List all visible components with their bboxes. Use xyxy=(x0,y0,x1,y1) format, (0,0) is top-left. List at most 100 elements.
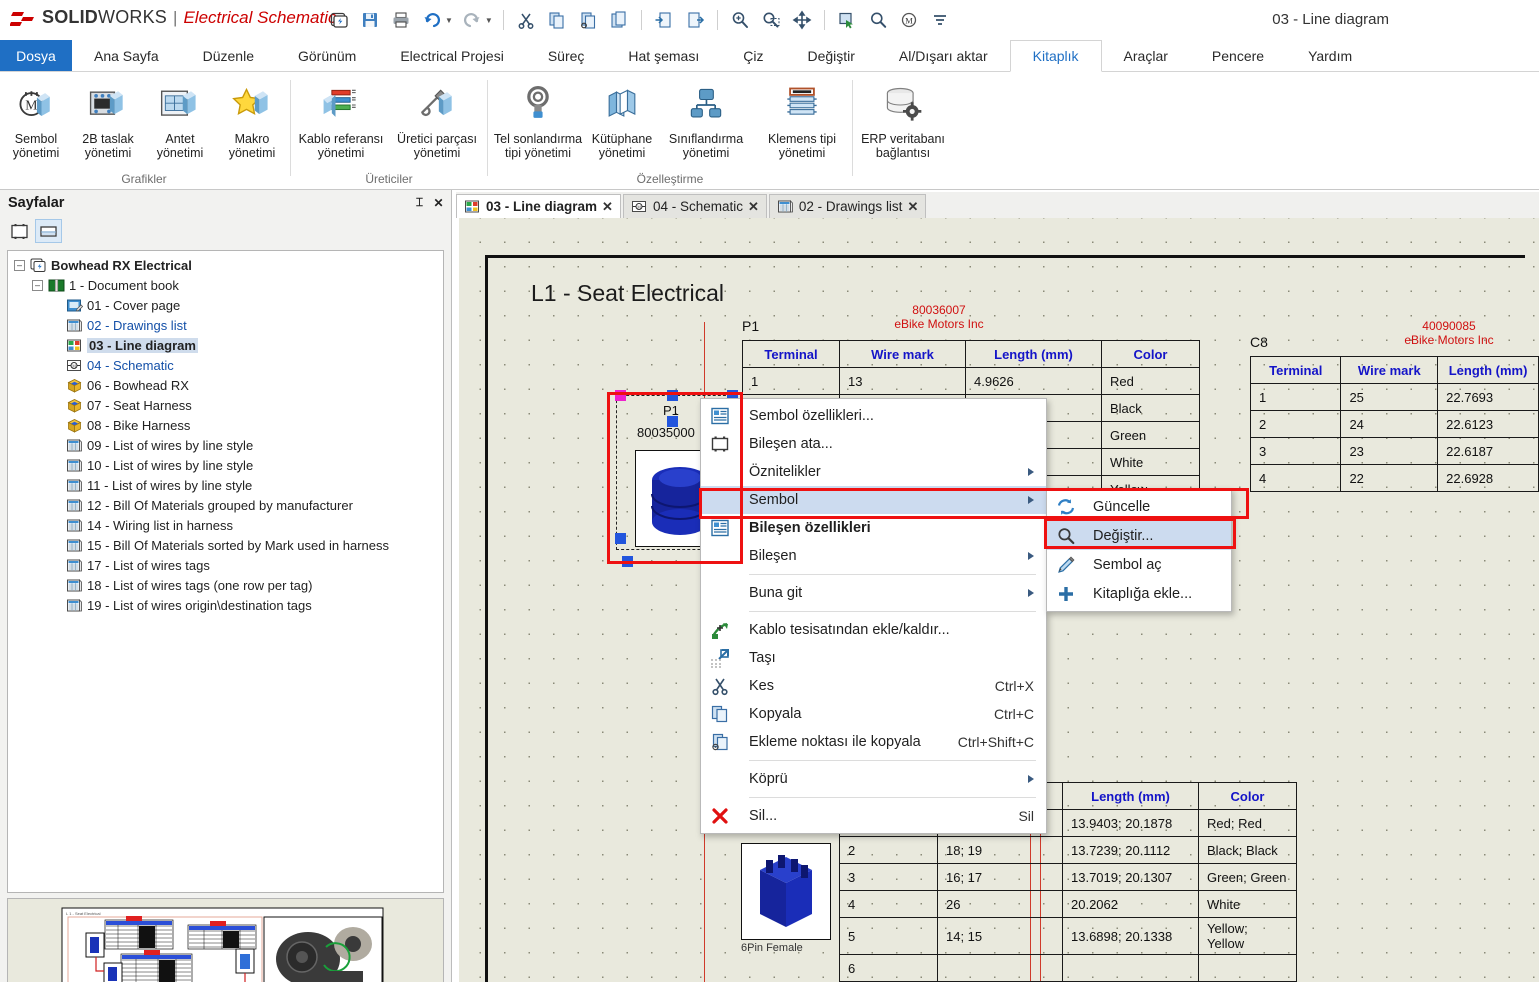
ribbon-button-macro-manager[interactable]: Makro yönetimi xyxy=(216,78,288,161)
tree-item[interactable]: 17 - List of wires tags xyxy=(8,555,443,575)
tree-expander-icon[interactable]: – xyxy=(14,259,25,271)
pin-icon[interactable]: ⌶ xyxy=(411,194,428,211)
close-icon[interactable]: ✕ xyxy=(907,199,918,215)
document-tab[interactable]: 02 - Drawings list ✕ xyxy=(768,194,927,218)
ribbon-button-symbol-manager[interactable]: M Sembol yönetimi xyxy=(0,78,72,161)
zoom-in-icon[interactable] xyxy=(726,6,754,34)
undo-dropdown-icon[interactable]: ▼ xyxy=(445,16,453,25)
menu-item-sembol[interactable]: Sembol xyxy=(701,486,1046,514)
tree-item[interactable]: 03 - Line diagram xyxy=(8,335,443,355)
menu-item-sil[interactable]: Sil... Sil xyxy=(701,802,1046,830)
menu-item-ekleme-noktası-ile-kopyala[interactable]: Ekleme noktası ile kopyala Ctrl+Shift+C xyxy=(701,728,1046,756)
submenu-item-güncelle[interactable]: Güncelle xyxy=(1047,492,1231,521)
context-menu[interactable]: Sembol özellikleri... Bileşen ata... Öznit… xyxy=(700,398,1047,834)
tree-item[interactable]: 02 - Drawings list xyxy=(8,315,443,335)
ribbon-button-drafting-2d-manager[interactable]: 2B taslak yönetimi xyxy=(72,78,144,161)
copy-icon[interactable] xyxy=(543,6,571,34)
ribbon-panel[interactable]: M Sembol yönetimi 2B taslak yönetimi Antet yön… xyxy=(0,72,1539,190)
menu-item-köprü[interactable]: Köprü xyxy=(701,765,1046,793)
menu-item-öznitelikler[interactable]: Öznitelikler xyxy=(701,458,1046,486)
ribbon-button-cable-reference-manager[interactable]: Kablo referansı yönetimi xyxy=(293,78,389,161)
menu-item-bileşen-özellikleri[interactable]: Bileşen özellikleri xyxy=(701,514,1046,542)
menu-item-taşı[interactable]: Taşı xyxy=(701,644,1046,672)
pan-icon[interactable] xyxy=(788,6,816,34)
quick-access-toolbar[interactable]: ▼ ▼ M xyxy=(325,5,954,35)
more-icon[interactable] xyxy=(926,6,954,34)
selection-grip-3[interactable] xyxy=(667,416,678,427)
ribbon-button-title-block-manager[interactable]: Antet yönetimi xyxy=(144,78,216,161)
select-icon[interactable] xyxy=(833,6,861,34)
ribbon-tab-home[interactable]: Ana Sayfa xyxy=(72,40,181,71)
tree-item[interactable]: M 04 - Schematic xyxy=(8,355,443,375)
tree-item[interactable]: 06 - Bowhead RX xyxy=(8,375,443,395)
menu-item-bileşen[interactable]: Bileşen xyxy=(701,542,1046,570)
ribbon-button-library-manager[interactable]: Kütüphane yönetimi xyxy=(586,78,658,161)
ribbon-tab-tools[interactable]: Araçlar xyxy=(1102,40,1190,71)
menu-item-buna-git[interactable]: Buna git xyxy=(701,579,1046,607)
ribbon-tab-window[interactable]: Pencere xyxy=(1190,40,1286,71)
tree-item[interactable]: 11 - List of wires by line style xyxy=(8,475,443,495)
undo-icon[interactable] xyxy=(418,6,446,34)
print-icon[interactable] xyxy=(387,6,415,34)
ribbon-tab-edit[interactable]: Düzenle xyxy=(181,40,276,71)
menu-item-kablo-tesisatından-eklekaldır[interactable]: Kablo tesisatından ekle/kaldır... xyxy=(701,616,1046,644)
close-icon[interactable]: ✕ xyxy=(748,199,759,215)
submenu-item-kitaplığa-ekle[interactable]: Kitaplığa ekle... xyxy=(1047,579,1231,608)
ribbon-tab-process[interactable]: Süreç xyxy=(526,40,607,71)
tree-item[interactable]: 12 - Bill Of Materials grouped by manufa… xyxy=(8,495,443,515)
macro-icon[interactable]: M xyxy=(895,6,923,34)
close-icon[interactable]: ✕ xyxy=(430,194,447,211)
ribbon-tab-library[interactable]: Kitaplık xyxy=(1009,40,1102,72)
ribbon-tab-import-export[interactable]: Al/Dışarı aktar xyxy=(877,40,1010,71)
import-icon[interactable] xyxy=(650,6,678,34)
ribbon-tab-bar[interactable]: Dosya Ana Sayfa Düzenle Görünüm Electrical P… xyxy=(0,40,1539,72)
ribbon-tab-line-diagram[interactable]: Hat şeması xyxy=(606,40,721,71)
ribbon-tab-help[interactable]: Yardım xyxy=(1286,40,1374,71)
copy-with-point-icon[interactable] xyxy=(574,6,602,34)
export-icon[interactable] xyxy=(681,6,709,34)
ribbon-tab-view[interactable]: Görünüm xyxy=(276,40,378,71)
close-icon[interactable]: ✕ xyxy=(602,199,613,215)
ribbon-tab-modify[interactable]: Değiştir xyxy=(785,40,876,71)
menu-item-kes[interactable]: Kes Ctrl+X xyxy=(701,672,1046,700)
document-tab-bar[interactable]: 03 - Line diagram ✕ M 04 - Schematic ✕ 02 - D… xyxy=(456,192,1539,218)
project-icon[interactable] xyxy=(325,6,353,34)
menu-item-sembol-özellikleri[interactable]: Sembol özellikleri... xyxy=(701,402,1046,430)
tree-item[interactable]: – Bowhead RX Electrical xyxy=(8,255,443,275)
document-tab[interactable]: 03 - Line diagram ✕ xyxy=(456,194,621,218)
search-icon[interactable] xyxy=(864,6,892,34)
pages-tree[interactable]: – Bowhead RX Electrical –1 - Document book… xyxy=(7,250,444,893)
ribbon-button-erp-database[interactable]: ERP veritabanı bağlantısı xyxy=(855,78,951,161)
paste-icon[interactable] xyxy=(605,6,633,34)
tree-item[interactable]: 14 - Wiring list in harness xyxy=(8,515,443,535)
ribbon-tab-file[interactable]: Dosya xyxy=(0,40,72,71)
ribbon-tab-project[interactable]: Electrical Projesi xyxy=(378,40,525,71)
sheet-view-button[interactable] xyxy=(35,219,62,243)
tree-item[interactable]: 09 - List of wires by line style xyxy=(8,435,443,455)
ribbon-button-wire-termination-type[interactable]: Tel sonlandırma tipi yönetimi xyxy=(490,78,586,161)
tree-item[interactable]: 19 - List of wires origin\destination ta… xyxy=(8,595,443,615)
redo-icon[interactable] xyxy=(458,6,486,34)
tree-item[interactable]: 08 - Bike Harness xyxy=(8,415,443,435)
tree-item[interactable]: 15 - Bill Of Materials sorted by Mark us… xyxy=(8,535,443,555)
ribbon-button-terminal-type-manager[interactable]: Klemens tipi yönetimi xyxy=(754,78,850,161)
tree-expander-icon[interactable]: – xyxy=(32,279,43,291)
selection-grip-5[interactable] xyxy=(622,556,633,567)
ribbon-tab-draw[interactable]: Çiz xyxy=(721,40,785,71)
redo-dropdown-icon[interactable]: ▼ xyxy=(485,16,493,25)
sixpin-female-3d-preview[interactable] xyxy=(741,843,831,940)
tree-item[interactable]: – 1 - Document book xyxy=(8,275,443,295)
save-icon[interactable] xyxy=(356,6,384,34)
submenu-item-sembol-aç[interactable]: Sembol aç xyxy=(1047,550,1231,579)
cut-icon[interactable] xyxy=(512,6,540,34)
symbol-submenu[interactable]: Güncelle Değiştir... Sembol aç Kitaplığa ek… xyxy=(1046,488,1232,612)
document-tab[interactable]: M 04 - Schematic ✕ xyxy=(622,194,767,218)
page-view-button[interactable] xyxy=(6,219,33,243)
selection-grip-1[interactable] xyxy=(667,390,678,401)
tree-item[interactable]: 10 - List of wires by line style xyxy=(8,455,443,475)
tree-item[interactable]: 07 - Seat Harness xyxy=(8,395,443,415)
ribbon-button-manufacturer-part-manager[interactable]: Üretici parçası yönetimi xyxy=(389,78,485,161)
ribbon-button-classification-manager[interactable]: Sınıflandırma yönetimi xyxy=(658,78,754,161)
submenu-item-değiştir[interactable]: Değiştir... xyxy=(1047,521,1231,550)
zoom-window-icon[interactable] xyxy=(757,6,785,34)
